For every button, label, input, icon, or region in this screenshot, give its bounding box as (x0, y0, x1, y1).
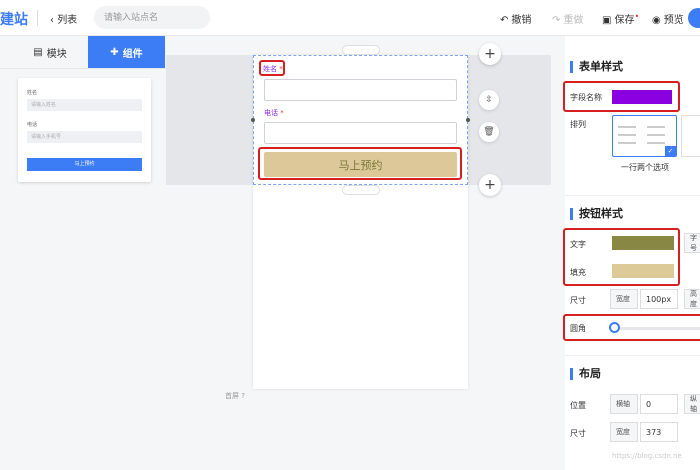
logo: 建站 (0, 12, 28, 28)
undo-icon: ↶ (500, 15, 509, 26)
thumb-name-label: 姓名 (27, 90, 38, 96)
back-to-list-button[interactable]: ‹ 列表 (50, 11, 77, 26)
radius-slider-track[interactable] (612, 327, 700, 330)
plus-icon: + (484, 177, 496, 193)
phone-label-text: 电话 (264, 109, 278, 117)
x-axis-label: 横轴 (610, 394, 638, 414)
fill-color-label: 填充 (570, 268, 586, 277)
resize-handle-right[interactable] (466, 118, 470, 122)
move-block-button[interactable]: ⇳ (479, 90, 499, 110)
redo-label: 重做 (563, 15, 584, 26)
width2-label: 宽度 (610, 422, 638, 442)
back-label: 列表 (57, 15, 78, 26)
arrange-label: 排列 (570, 120, 586, 129)
width2-input[interactable]: 373 (640, 422, 678, 442)
phone-field-label: 电话 * (264, 108, 284, 118)
undo-label: 撤销 (511, 15, 532, 26)
width-label: 宽度 (610, 289, 638, 309)
add-block-above-button[interactable]: + (479, 43, 501, 65)
form-component-thumbnail[interactable]: 姓名 请输入姓名 电话 请输入手机号 马上预约 (18, 78, 151, 182)
site-name-input[interactable] (94, 6, 210, 29)
module-icon: ▤ (33, 46, 43, 58)
divider (565, 195, 700, 196)
name-input[interactable] (264, 79, 457, 101)
radius-slider-handle[interactable] (609, 322, 620, 333)
radius-label: 圆角 (570, 324, 586, 333)
required-mark: * (280, 109, 284, 117)
save-label: 保存 (614, 15, 635, 26)
check-icon: ✓ (665, 146, 676, 156)
tab-modules-label: 模块 (46, 48, 67, 60)
thumb-phone-label: 电话 (27, 122, 38, 128)
tab-components-label: 组件 (122, 48, 143, 60)
redo-button[interactable]: ↷ 重做 (552, 11, 583, 26)
undo-button[interactable]: ↶ 撤销 (500, 11, 531, 26)
resize-handle-bottom[interactable] (342, 185, 380, 195)
submit-button[interactable]: 马上预约 (264, 152, 457, 177)
resize-handle-left[interactable] (251, 118, 255, 122)
form-style-title: 表单样式 (570, 61, 623, 73)
divider (37, 10, 38, 26)
name-field-label: 姓名 * (263, 64, 283, 74)
add-block-below-button[interactable]: + (479, 174, 501, 196)
arrange-option-label: 一行两个选项 (621, 163, 669, 172)
required-mark: * (279, 65, 283, 73)
button-fill-color-swatch[interactable] (612, 264, 674, 278)
size2-label: 尺寸 (570, 429, 586, 438)
font-size-label: 字号 (684, 233, 700, 253)
puzzle-icon: ✚ (110, 46, 119, 58)
thumb-submit-button: 马上预约 (27, 158, 142, 171)
trash-icon: 🗑 (483, 127, 495, 137)
divider (565, 355, 700, 356)
position-label: 位置 (570, 401, 586, 410)
size-label: 尺寸 (570, 296, 586, 305)
preview-label: 预览 (663, 15, 684, 26)
width-input[interactable]: 100px (640, 289, 678, 309)
layout-option-alt[interactable] (681, 115, 700, 157)
button-style-title: 按钮样式 (570, 208, 623, 220)
tab-modules[interactable]: ▤ 模块 (14, 36, 86, 68)
button-text-color-swatch[interactable] (612, 236, 674, 250)
phone-input[interactable] (264, 122, 457, 144)
height-label: 高度 (684, 289, 700, 309)
first-screen-label: 首屏 (225, 392, 239, 400)
save-icon: ▣ (602, 15, 612, 26)
help-icon: ? (241, 392, 245, 400)
redo-icon: ↷ (552, 15, 561, 26)
watermark: https://blog.csdn.ne (612, 452, 682, 460)
field-name-label: 字段名称 (570, 93, 602, 102)
move-icon: ⇳ (485, 95, 493, 105)
plus-icon: + (484, 46, 496, 62)
preview-button[interactable]: ◉ 预览 (652, 11, 684, 26)
field-name-color-swatch[interactable] (612, 90, 672, 104)
layout-title: 布局 (570, 368, 601, 380)
unsaved-dot: • (634, 12, 640, 21)
tab-divider (0, 68, 166, 69)
thumb-phone-field: 请输入手机号 (27, 131, 142, 143)
resize-handle-top[interactable] (342, 45, 380, 55)
text-color-label: 文字 (570, 240, 586, 249)
eye-icon: ◉ (652, 15, 661, 26)
y-axis-label: 纵轴 (684, 394, 700, 414)
tab-components[interactable]: ✚ 组件 (88, 36, 165, 68)
name-label-text: 姓名 (263, 65, 277, 73)
thumb-name-field: 请输入姓名 (27, 99, 142, 111)
first-screen-note: 首屏 ? (225, 391, 245, 401)
x-position-input[interactable]: 0 (640, 394, 678, 414)
save-button[interactable]: ▣ 保存• (602, 11, 639, 26)
delete-block-button[interactable]: 🗑 (479, 122, 499, 142)
